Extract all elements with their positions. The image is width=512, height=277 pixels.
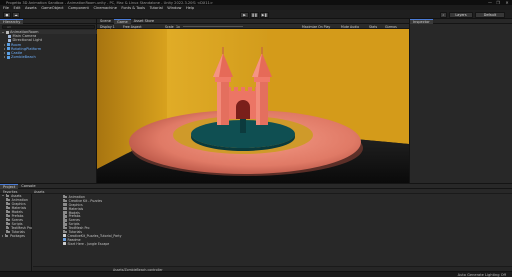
layout-dropdown[interactable]: Default <box>475 11 505 18</box>
project-tree: Assets Animation Graphics Materials Mode… <box>0 194 32 272</box>
expand-icon[interactable] <box>4 52 5 55</box>
hierarchy-search-input[interactable]: All <box>2 25 95 29</box>
favorites-label[interactable]: Favorites <box>3 190 17 194</box>
scale-value: 1x <box>176 24 180 29</box>
file-icon <box>63 242 66 246</box>
gameobject-icon <box>8 38 11 42</box>
folder-icon <box>6 225 10 230</box>
menu-assets[interactable]: Assets <box>25 6 37 10</box>
mute-audio-toggle[interactable]: Mute Audio <box>341 25 359 29</box>
menu-edit[interactable]: Edit <box>14 6 21 10</box>
gameobject-icon <box>8 34 11 38</box>
project-file-list: Animation Creative Kit - Puzzles Graphic… <box>33 194 512 272</box>
step-button[interactable]: ▶❚ <box>260 11 269 18</box>
tab-hierarchy[interactable]: Hierarchy <box>0 18 24 24</box>
expand-icon[interactable] <box>2 195 4 197</box>
gizmos-dropdown[interactable]: Gizmos <box>385 25 397 29</box>
menu-gameobject[interactable]: GameObject <box>41 6 63 10</box>
folder-icon <box>63 222 67 226</box>
tab-inspector[interactable]: Inspector <box>410 18 433 24</box>
menu-help[interactable]: Help <box>186 6 194 10</box>
play-button[interactable]: ▶ <box>240 11 249 18</box>
center-post <box>240 119 246 133</box>
lighting-status[interactable]: Auto Generate Lighting Off <box>458 273 506 277</box>
folder-icon <box>6 221 10 226</box>
account-icon[interactable]: ● <box>3 11 11 18</box>
tree-item-label: Packages <box>10 233 25 238</box>
tab-console[interactable]: Console <box>18 184 38 189</box>
folder-icon <box>6 217 10 222</box>
main-toolbar: ● ☁ ▶ ❚❚ ▶❚ ⌕ Layers Default <box>0 10 512 19</box>
prefab-icon <box>6 47 10 51</box>
inspector-panel: Inspector <box>409 18 512 183</box>
list-item[interactable]: Start Here - Jungle Escape <box>63 242 109 246</box>
menu-tutorial[interactable]: Tutorial <box>150 6 163 10</box>
tab-scene[interactable]: Scene <box>97 19 114 24</box>
folder-icon <box>63 195 67 199</box>
layers-dropdown[interactable]: Layers <box>449 11 473 18</box>
prefab-icon <box>6 51 10 55</box>
folder-icon <box>63 202 67 207</box>
folder-icon <box>6 229 10 234</box>
tab-asset-store[interactable]: Asset Store <box>131 19 157 24</box>
expand-icon[interactable] <box>4 43 5 46</box>
folder-icon <box>6 197 10 202</box>
menu-file[interactable]: File <box>3 6 9 10</box>
game-viewport[interactable] <box>97 29 409 183</box>
folder-icon <box>5 193 10 198</box>
tab-project[interactable]: Project <box>0 183 19 189</box>
menu-fonts-tools[interactable]: Fonts & Tools <box>121 6 145 10</box>
scale-slider[interactable] <box>183 26 243 27</box>
hierarchy-header: Hierarchy <box>0 18 96 24</box>
project-panel: Project Console Favorites Assets Assets … <box>0 183 512 272</box>
scene-render <box>97 29 409 183</box>
folder-icon <box>63 226 67 230</box>
menu-cinemachine[interactable]: Cinemachine <box>93 6 116 10</box>
inspector-header: Inspector <box>410 18 512 24</box>
expand-icon[interactable] <box>2 234 3 237</box>
prefab-icon <box>6 55 10 59</box>
tab-game[interactable]: Game <box>113 18 131 24</box>
list-item-label: Start Here - Jungle Escape <box>67 241 110 246</box>
window-title: Progetto 3D Animation Sandbox - Animatio… <box>6 0 213 5</box>
aspect-dropdown[interactable]: Free Aspect <box>123 25 142 29</box>
scene-panel: Scene Game Asset Store Display 1 Free As… <box>97 18 409 183</box>
breadcrumb[interactable]: Assets <box>34 190 44 194</box>
display-dropdown[interactable]: Display 1 <box>100 25 115 29</box>
hierarchy-row-label: ZombieBeach <box>11 55 36 60</box>
folder-icon <box>6 213 10 218</box>
folder-icon <box>63 206 67 210</box>
folder-icon <box>63 214 67 218</box>
folder-icon <box>63 218 67 222</box>
cloud-icon[interactable]: ☁ <box>12 11 20 18</box>
scene-icon <box>5 30 9 34</box>
search-icon[interactable]: ⌕ <box>440 11 447 18</box>
status-bar: Auto Generate Lighting Off <box>0 271 512 277</box>
folder-icon <box>63 210 67 214</box>
folder-icon <box>63 230 67 234</box>
folder-icon <box>4 233 9 238</box>
hierarchy-panel: Hierarchy All AnimationRoom Main Camera … <box>0 18 97 183</box>
scale-label: Scale <box>165 24 174 29</box>
folder-icon <box>6 205 10 210</box>
folder-icon <box>63 198 67 203</box>
tree-item[interactable]: Packages <box>0 234 32 238</box>
folder-icon <box>6 201 10 206</box>
menu-component[interactable]: Component <box>68 6 89 10</box>
expand-icon[interactable] <box>4 47 5 50</box>
menu-window[interactable]: Window <box>167 6 181 10</box>
maximize-on-play-toggle[interactable]: Maximize On Play <box>302 25 330 29</box>
folder-icon <box>6 209 10 214</box>
stats-toggle[interactable]: Stats <box>369 25 377 29</box>
expand-icon[interactable] <box>2 31 4 33</box>
pause-button[interactable]: ❚❚ <box>250 11 259 18</box>
hierarchy-row[interactable]: ZombieBeach <box>0 55 97 59</box>
expand-icon[interactable] <box>4 56 5 59</box>
prefab-icon <box>6 43 10 47</box>
